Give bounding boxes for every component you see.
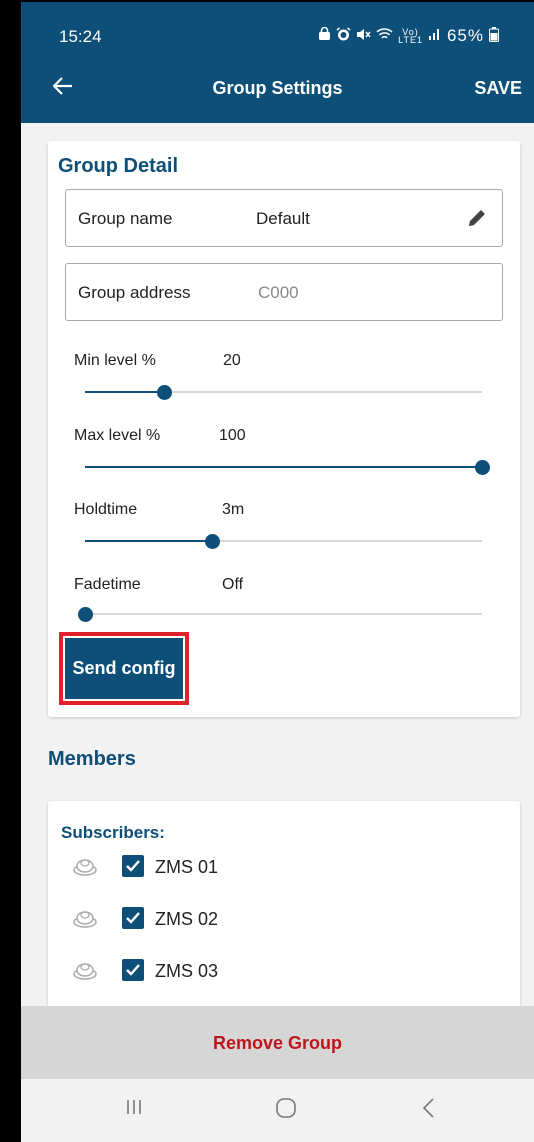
fadetime-slider[interactable]	[78, 607, 482, 622]
member-checkbox[interactable]	[122, 907, 144, 929]
lock-icon	[318, 26, 331, 45]
holdtime-value: 3m	[222, 501, 245, 518]
member-checkbox[interactable]	[122, 855, 144, 877]
subscribers-label: Subscribers:	[61, 823, 165, 842]
app-bar: 15:24 Vo) LTE1 65% Group Settings SAVE	[21, 2, 534, 123]
holdtime-label: Holdtime	[74, 501, 138, 518]
page-title: Group Settings	[212, 78, 343, 98]
slider-fill	[85, 391, 165, 393]
group-address-field: Group address C000	[65, 263, 503, 321]
remove-group-bar: Remove Group	[21, 1006, 534, 1079]
list-item: ZMS 02	[72, 904, 372, 934]
slider-fill	[85, 540, 213, 542]
member-name: ZMS 03	[155, 961, 219, 981]
sensor-icon	[72, 906, 98, 930]
list-item: ZMS 03	[72, 956, 372, 986]
mute-icon	[356, 27, 371, 46]
max-level-value: 100	[219, 427, 246, 444]
group-detail-card: Group Detail Group name Default Group ad…	[48, 141, 520, 717]
group-address-label: Group address	[78, 283, 191, 302]
holdtime-slider[interactable]	[85, 534, 482, 549]
phone-screen: 15:24 Vo) LTE1 65% Group Settings SAVE G…	[21, 2, 534, 1142]
min-level-value: 20	[223, 352, 241, 369]
wifi-icon	[376, 27, 393, 45]
group-name-field[interactable]: Group name Default	[65, 189, 503, 247]
battery-percent: 65%	[446, 26, 484, 45]
member-checkbox[interactable]	[122, 959, 144, 981]
slider-thumb[interactable]	[475, 460, 490, 475]
battery-icon	[489, 26, 499, 46]
back-nav-icon[interactable]	[421, 1097, 435, 1124]
max-level-slider[interactable]	[85, 460, 490, 475]
min-level-label: Min level %	[74, 352, 156, 369]
group-name-label: Group name	[78, 209, 173, 228]
send-config-button[interactable]: Send config	[65, 638, 183, 699]
signal-icon	[428, 27, 442, 45]
member-name: ZMS 01	[155, 857, 219, 877]
members-card: Subscribers: ZMS 01 ZMS 02 ZMS 03	[48, 801, 520, 1041]
recent-apps-icon[interactable]	[124, 1097, 144, 1122]
status-time: 15:24	[59, 27, 102, 46]
max-level-label: Max level %	[74, 427, 161, 444]
group-name-value: Default	[256, 209, 310, 228]
edit-pencil-icon[interactable]	[466, 207, 488, 229]
slider-fill	[85, 466, 482, 468]
fadetime-label: Fadetime	[74, 576, 141, 593]
alarm-icon	[336, 26, 351, 46]
list-item: ZMS 01	[72, 852, 372, 882]
fadetime-value: Off	[222, 576, 244, 593]
slider-thumb[interactable]	[157, 385, 173, 400]
slider-thumb[interactable]	[78, 607, 93, 622]
save-button[interactable]: SAVE	[474, 78, 522, 99]
status-icons: Vo) LTE1 65%	[318, 26, 499, 46]
member-name: ZMS 02	[155, 909, 219, 929]
sensor-icon	[72, 854, 98, 878]
group-detail-heading: Group Detail	[58, 155, 179, 177]
group-address-value: C000	[258, 283, 299, 302]
slider-thumb[interactable]	[205, 534, 221, 549]
min-level-slider[interactable]	[85, 385, 482, 400]
members-heading: Members	[48, 748, 136, 770]
system-nav-bar	[21, 1079, 534, 1142]
home-icon[interactable]	[275, 1097, 297, 1124]
sensor-icon	[72, 958, 98, 982]
remove-group-button[interactable]: Remove Group	[21, 1033, 534, 1054]
volte-icon: Vo) LTE1	[398, 27, 423, 45]
